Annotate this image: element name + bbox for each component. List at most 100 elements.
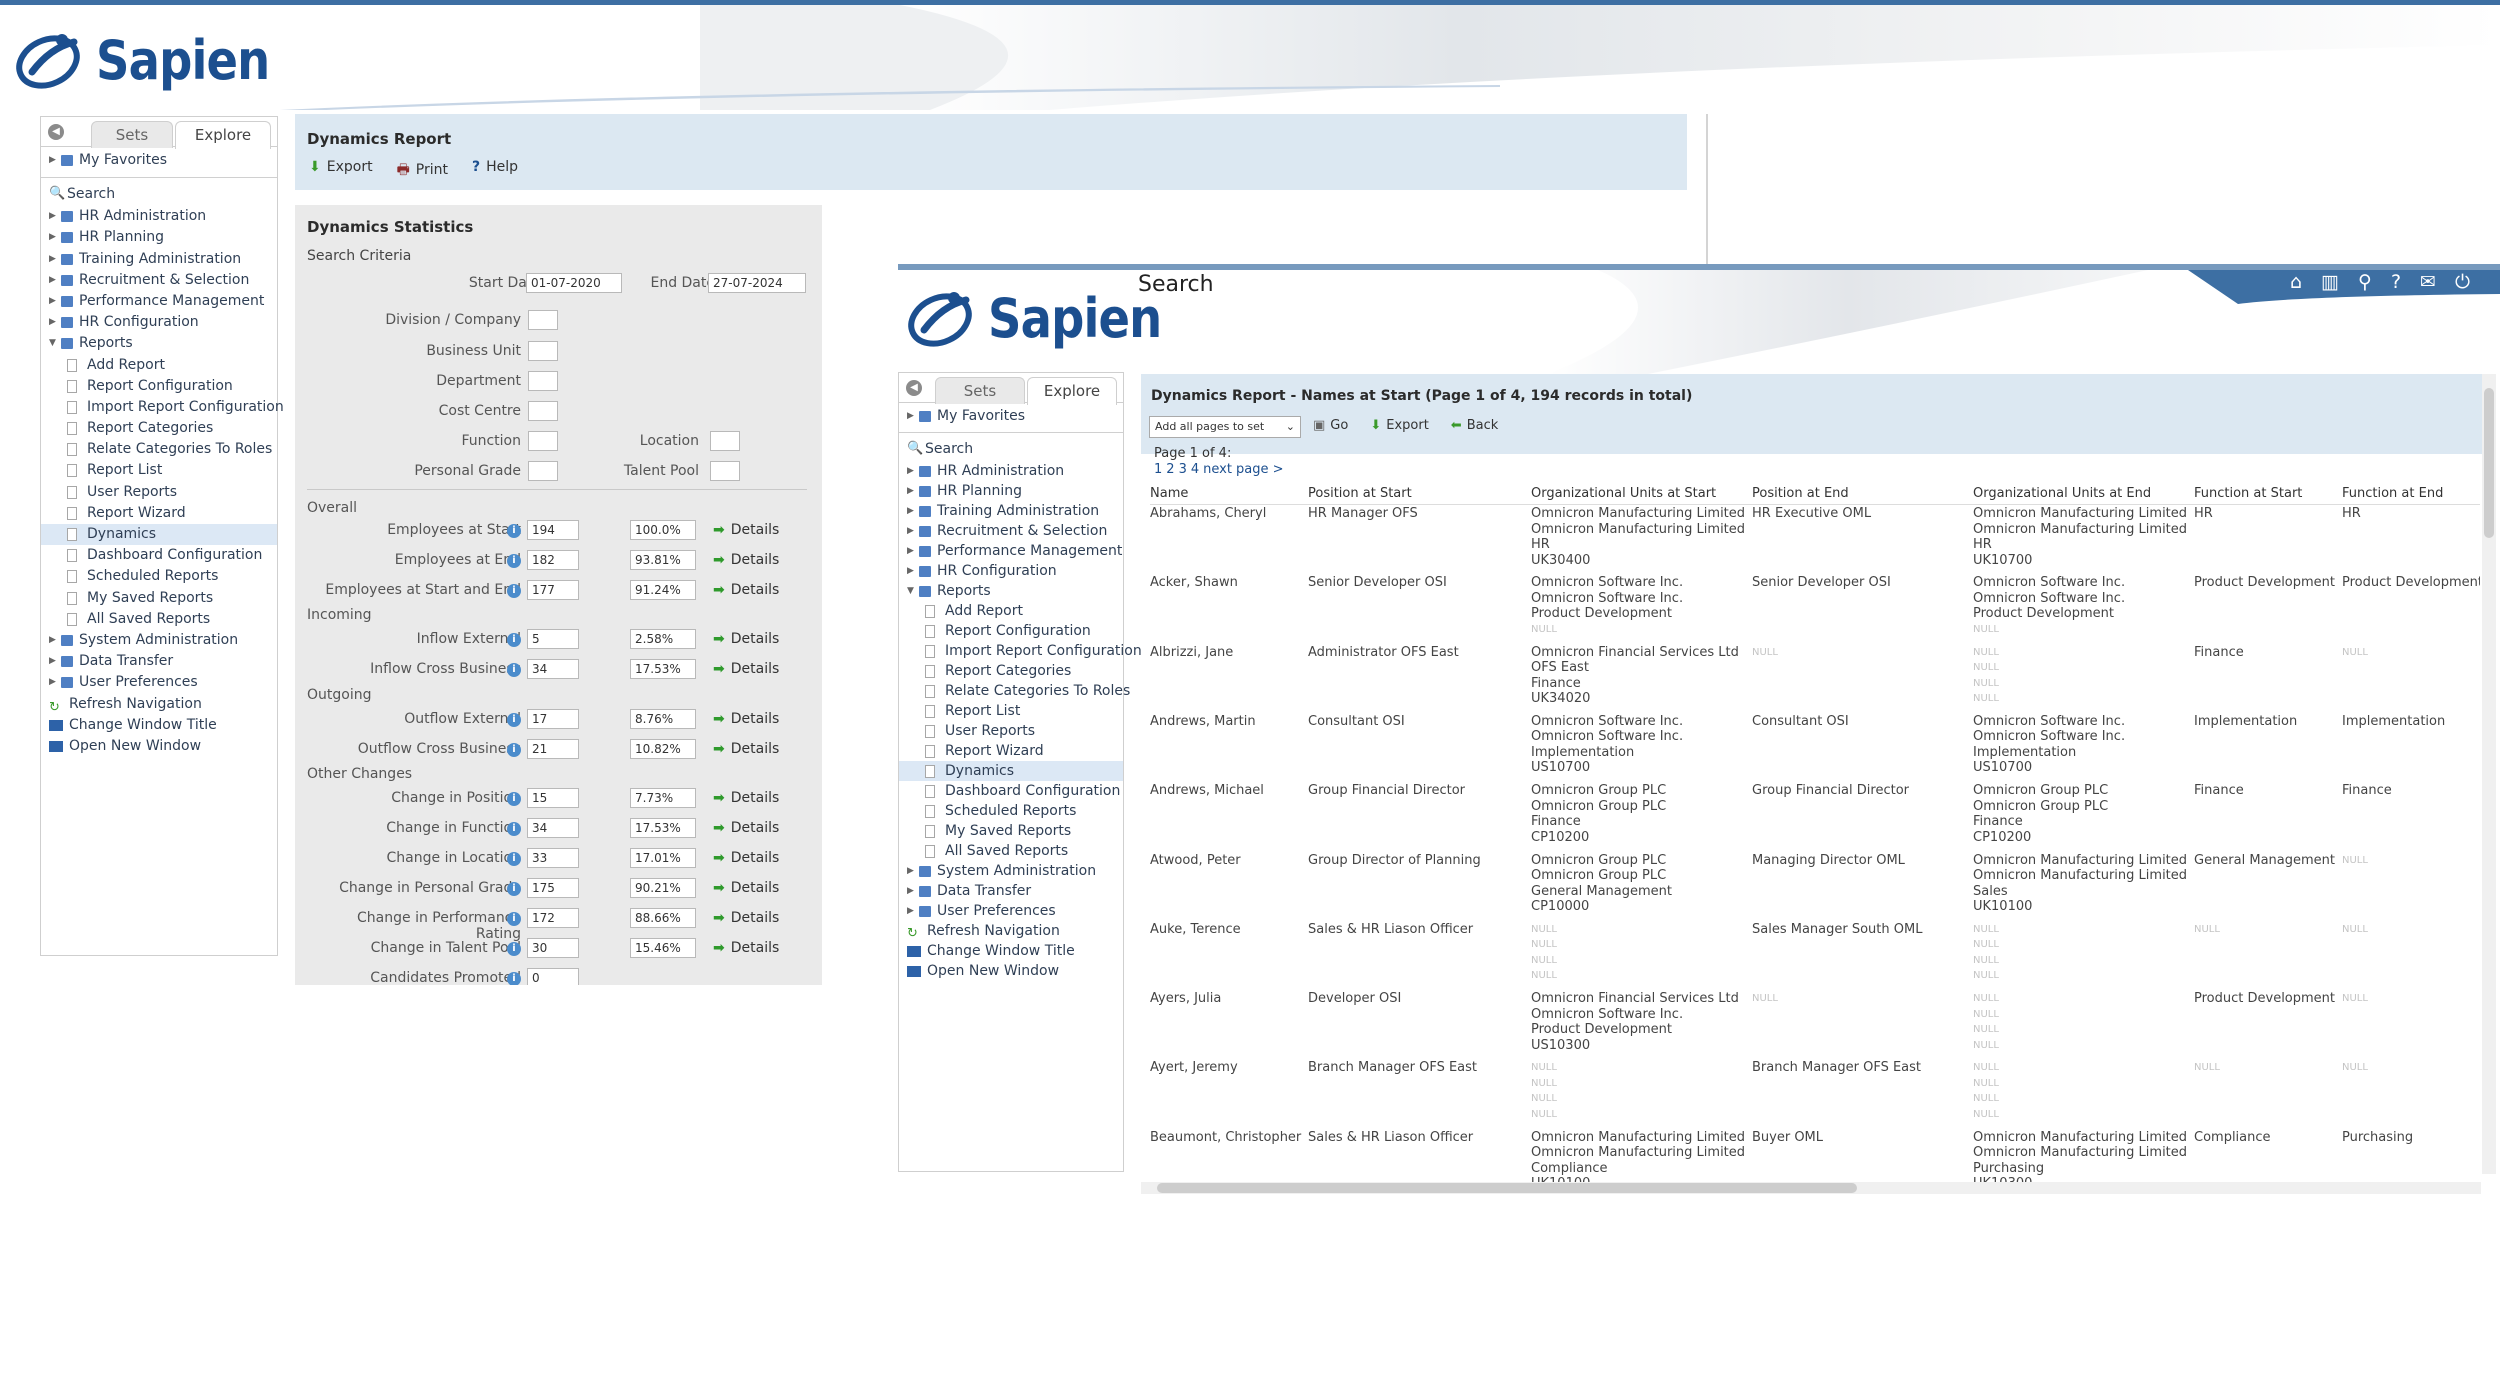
sidebar-item-hr-planning[interactable]: ▶ HR Planning [899,481,1123,501]
horizontal-scrollbar[interactable] [1141,1182,2481,1194]
export-button[interactable]: ⬇ Export [1370,418,1428,433]
sidebar-item-recruitment-and-selection[interactable]: ▶ Recruitment & Selection [899,521,1123,541]
sidebar-item-report-categories[interactable]: Report Categories [41,418,277,439]
sidebar-item-dashboard-configuration[interactable]: Dashboard Configuration [41,545,277,566]
info-icon[interactable]: i [507,822,521,836]
column-header[interactable]: Position at End [1752,486,1849,501]
sidebar-item-report-configuration[interactable]: Report Configuration [41,376,277,397]
cost-centre-field[interactable] [528,401,558,421]
sidebar-item-all-saved-reports[interactable]: All Saved Reports [899,841,1123,861]
sidebar-item-training-administration[interactable]: ▶ Training Administration [899,501,1123,521]
sidebar-item-performance-management[interactable]: ▶ Performance Management [41,291,277,312]
personal-grade-field[interactable] [528,461,558,481]
department-field[interactable] [528,371,558,391]
info-icon[interactable]: i [507,633,521,647]
sidebar-item-refresh-navigation[interactable]: ↻ Refresh Navigation [899,921,1123,941]
page-link[interactable]: 1 [1154,462,1162,477]
page-link[interactable]: 2 [1166,462,1174,477]
info-icon[interactable]: i [507,972,521,985]
function-field[interactable] [528,431,558,451]
details-link[interactable]: ➡ Details [713,552,779,568]
sidebar-item-dashboard-configuration[interactable]: Dashboard Configuration [899,781,1123,801]
talent-pool-field[interactable] [710,461,740,481]
division-field[interactable] [528,310,558,330]
vertical-scrollbar[interactable] [2482,374,2496,1174]
sidebar-item-report-categories[interactable]: Report Categories [899,661,1123,681]
sidebar-search[interactable]: 🔍 Search [899,437,1123,461]
home-icon[interactable]: ⌂ [2290,271,2302,293]
sidebar-item-system-administration[interactable]: ▶ System Administration [899,861,1123,881]
details-link[interactable]: ➡ Details [713,661,779,677]
sidebar-item-performance-management[interactable]: ▶ Performance Management [899,541,1123,561]
sidebar-item-change-window-title[interactable]: Change Window Title [41,715,277,736]
info-icon[interactable]: i [507,882,521,896]
sidebar-item-relate-categories-to-roles[interactable]: Relate Categories To Roles [899,681,1130,701]
horizontal-scroll-thumb[interactable] [1157,1183,1857,1193]
end-date-field[interactable]: 27-07-2024 [708,273,806,293]
sidebar-item-hr-administration[interactable]: ▶ HR Administration [899,461,1123,481]
details-link[interactable]: ➡ Details [713,631,779,647]
collapse-icon[interactable]: ◀ [48,124,64,140]
sidebar-item-report-list[interactable]: Report List [41,460,277,481]
export-button[interactable]: ⬇ Export [309,159,373,183]
column-header[interactable]: Organizational Units at End [1973,486,2151,501]
details-link[interactable]: ➡ Details [713,820,779,836]
sidebar-item-refresh-navigation[interactable]: ↻ Refresh Navigation [41,694,277,715]
sidebar-item-relate-categories-to-roles[interactable]: Relate Categories To Roles [41,439,277,460]
details-link[interactable]: ➡ Details [713,790,779,806]
column-header[interactable]: Name [1150,486,1188,501]
details-link[interactable]: ➡ Details [713,940,779,956]
location-field[interactable] [710,431,740,451]
tab-sets[interactable]: Sets [91,121,173,148]
sidebar-item-report-configuration[interactable]: Report Configuration [899,621,1123,641]
sidebar-item-scheduled-reports[interactable]: Scheduled Reports [41,566,277,587]
sidebar-item-dynamics[interactable]: Dynamics [41,524,277,546]
sidebar-item-change-window-title[interactable]: Change Window Title [899,941,1123,961]
info-icon[interactable]: i [507,792,521,806]
column-header[interactable]: Function at End [2342,486,2443,501]
power-icon[interactable]: ⏻ [2455,271,2470,293]
info-icon[interactable]: i [507,743,521,757]
sidebar-item-open-new-window[interactable]: Open New Window [41,736,277,757]
back-button[interactable]: ⬅ Back [1451,418,1498,433]
chart-icon[interactable]: ▥ [2321,271,2339,293]
sidebar-item-dynamics[interactable]: Dynamics [899,761,1123,781]
page-scrollbar[interactable] [1706,114,1714,264]
print-button[interactable]: 🖶 Print [397,159,448,183]
info-icon[interactable]: i [507,663,521,677]
sidebar-item-my-saved-reports[interactable]: My Saved Reports [41,588,277,609]
add-to-set-select[interactable]: Add all pages to set ⌄ [1149,416,1301,438]
sidebar-item-all-saved-reports[interactable]: All Saved Reports [41,609,277,630]
sidebar-item-my-favorites[interactable]: ▶ My Favorites [899,406,1123,426]
info-icon[interactable]: i [507,524,521,538]
sidebar-item-data-transfer[interactable]: ▶ Data Transfer [899,881,1123,901]
page-link[interactable]: 4 [1191,462,1199,477]
sidebar-item-recruitment-and-selection[interactable]: ▶ Recruitment & Selection [41,270,277,291]
column-header[interactable]: Position at Start [1308,486,1412,501]
sidebar-item-user-reports[interactable]: User Reports [899,721,1123,741]
column-header[interactable]: Function at Start [2194,486,2302,501]
info-icon[interactable]: i [507,912,521,926]
sidebar-item-open-new-window[interactable]: Open New Window [899,961,1123,981]
sidebar-item-my-favorites[interactable]: ▶ My Favorites [41,150,277,171]
sidebar-search[interactable]: 🔍 Search [41,182,277,206]
sidebar-item-scheduled-reports[interactable]: Scheduled Reports [899,801,1123,821]
sidebar-item-hr-configuration[interactable]: ▶ HR Configuration [41,312,277,333]
column-header[interactable]: Organizational Units at Start [1531,486,1716,501]
sidebar-item-user-reports[interactable]: User Reports [41,482,277,503]
sidebar-item-reports[interactable]: ▼ Reports [899,581,1123,601]
sidebar-item-report-wizard[interactable]: Report Wizard [899,741,1123,761]
go-button[interactable]: ▣ Go [1313,418,1348,433]
sidebar-item-user-preferences[interactable]: ▶ User Preferences [41,672,277,693]
sidebar-item-training-administration[interactable]: ▶ Training Administration [41,249,277,270]
mail-icon[interactable]: ✉ [2420,271,2436,293]
start-date-field[interactable]: 01-07-2020 [526,273,622,293]
help-button[interactable]: ? Help [472,159,518,183]
tab-sets[interactable]: Sets [935,377,1025,404]
sidebar-item-data-transfer[interactable]: ▶ Data Transfer [41,651,277,672]
business-unit-field[interactable] [528,341,558,361]
page-link[interactable]: 3 [1179,462,1187,477]
info-icon[interactable]: i [507,852,521,866]
sidebar-item-my-saved-reports[interactable]: My Saved Reports [899,821,1123,841]
tab-explore[interactable]: Explore [1027,377,1117,405]
